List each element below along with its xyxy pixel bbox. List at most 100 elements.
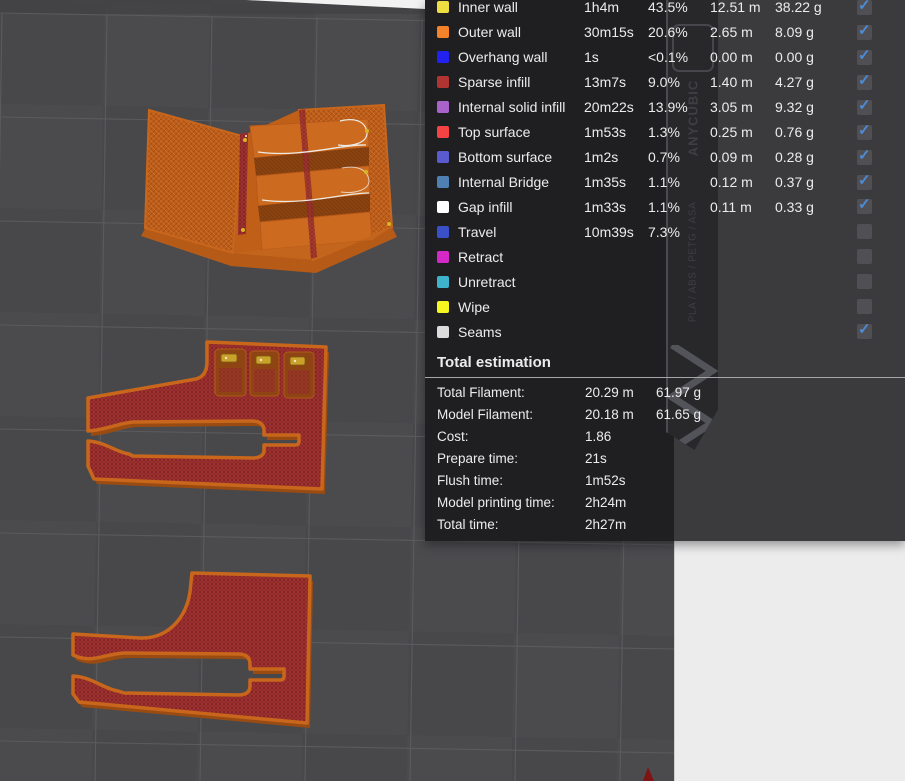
feature-length: 0.09 m [710, 149, 753, 166]
checkmark-icon: ✓ [858, 196, 871, 214]
checkmark-icon: ✓ [858, 71, 871, 89]
checkmark-icon: ✓ [858, 21, 871, 39]
total-value: 20.18 m [585, 406, 634, 422]
feature-color-swatch [437, 176, 449, 189]
feature-label: Bottom surface [458, 149, 553, 166]
feature-weight: 0.37 g [775, 174, 814, 191]
total-row: Total time: 2h27m [425, 513, 905, 535]
feature-label: Travel [458, 223, 497, 240]
legend-row: Travel 10m39s 7.3% [425, 219, 905, 244]
feature-color-swatch [437, 225, 449, 238]
legend-row: Overhang wall 1s <0.1% 0.00 m 0.00 g ✓ [425, 45, 905, 70]
feature-label: Internal solid infill [458, 99, 566, 116]
feature-color-swatch [437, 1, 449, 14]
feature-label: Top surface [458, 124, 531, 141]
legend-row: Retract [425, 244, 905, 269]
feature-length: 0.00 m [710, 49, 753, 66]
feature-visibility-checkbox[interactable]: ✓ [857, 147, 872, 165]
feature-label: Unretract [458, 273, 516, 290]
checkmark-icon: ✓ [858, 46, 871, 64]
feature-time: 1m2s [584, 149, 619, 166]
legend-row: Gap infill 1m33s 1.1% 0.11 m 0.33 g ✓ [425, 195, 905, 220]
feature-percent: 13.9% [648, 99, 688, 116]
feature-percent: <0.1% [648, 49, 689, 66]
feature-label: Wipe [458, 298, 490, 315]
feature-visibility-checkbox[interactable]: ✓ [857, 122, 872, 140]
feature-visibility-checkbox[interactable]: ✓ [857, 47, 872, 65]
feature-visibility-checkbox[interactable] [857, 249, 872, 265]
total-label: Prepare time: [437, 450, 519, 466]
feature-label: Inner wall [458, 0, 518, 16]
total-label: Model Filament: [437, 406, 534, 422]
feature-label: Outer wall [458, 24, 522, 41]
model-plate-middle[interactable] [86, 340, 329, 494]
feature-weight: 38.22 g [775, 0, 822, 16]
feature-visibility-checkbox[interactable] [857, 224, 872, 240]
checkmark-icon: ✓ [858, 321, 871, 339]
total-label: Total time: [437, 516, 499, 532]
model-plate-bottom[interactable] [71, 571, 313, 728]
total-row: Prepare time: 21s [425, 447, 905, 469]
feature-time: 30m15s [584, 24, 634, 41]
total-label: Cost: [437, 428, 469, 444]
separator-line [425, 377, 905, 378]
feature-color-swatch [437, 325, 449, 338]
feature-weight: 4.27 g [775, 74, 814, 91]
total-value: 20.29 m [585, 384, 634, 400]
feature-color-swatch [437, 101, 449, 114]
feature-weight: 0.28 g [775, 149, 814, 166]
feature-time: 1h4m [584, 0, 620, 16]
feature-percent: 43.5% [648, 0, 688, 16]
feature-visibility-checkbox[interactable] [857, 274, 872, 290]
feature-label: Internal Bridge [458, 174, 550, 191]
legend-row: Seams ✓ [425, 319, 905, 344]
feature-length: 0.25 m [710, 124, 753, 141]
legend-row: Internal solid infill 20m22s 13.9% 3.05 m 9.… [425, 95, 905, 120]
feature-visibility-checkbox[interactable] [857, 299, 872, 315]
checkmark-icon: ✓ [858, 121, 871, 139]
feature-weight: 8.09 g [775, 24, 814, 41]
total-label: Flush time: [437, 472, 504, 488]
feature-length: 12.51 m [710, 0, 761, 16]
feature-time: 10m39s [584, 223, 634, 240]
feature-weight: 9.32 g [775, 99, 814, 116]
total-row: Cost: 1.86 [425, 425, 905, 447]
total-row: Model Filament: 20.18 m 61.65 g [425, 403, 905, 425]
checkmark-icon: ✓ [858, 171, 871, 189]
feature-length: 0.12 m [710, 174, 753, 191]
feature-percent: 1.1% [648, 198, 680, 215]
feature-color-swatch [437, 250, 449, 263]
feature-visibility-checkbox[interactable]: ✓ [857, 196, 872, 215]
total-label: Total Filament: [437, 384, 525, 400]
feature-visibility-checkbox[interactable]: ✓ [857, 72, 872, 90]
feature-color-swatch [437, 126, 449, 139]
total-value: 2h24m [585, 494, 627, 510]
feature-visibility-checkbox[interactable]: ✓ [857, 172, 872, 190]
feature-color-swatch [437, 300, 449, 313]
feature-visibility-checkbox[interactable]: ✓ [857, 321, 872, 340]
feature-color-swatch [437, 76, 449, 89]
total-value2: 61.97 g [656, 384, 702, 400]
feature-color-swatch [437, 26, 449, 39]
feature-length: 2.65 m [710, 24, 753, 41]
legend-row: Unretract [425, 269, 905, 294]
total-value2: 61.65 g [656, 406, 702, 422]
feature-percent: 7.3% [648, 223, 680, 240]
feature-time: 1m35s [584, 174, 627, 191]
legend-row: Top surface 1m53s 1.3% 0.25 m 0.76 g ✓ [425, 120, 905, 145]
feature-label: Sparse infill [458, 74, 531, 91]
feature-time: 20m22s [584, 99, 634, 116]
model-bracket-top[interactable] [141, 103, 397, 273]
feature-percent: 9.0% [648, 74, 680, 91]
feature-visibility-checkbox[interactable]: ✓ [857, 22, 872, 40]
feature-visibility-checkbox[interactable]: ✓ [857, 97, 872, 115]
total-row: Total Filament: 20.29 m 61.97 g [425, 381, 905, 403]
feature-time: 1s [584, 49, 599, 66]
feature-percent: 1.3% [648, 124, 680, 141]
legend-row: Internal Bridge 1m35s 1.1% 0.12 m 0.37 g ✓ [425, 170, 905, 195]
checkmark-icon: ✓ [858, 96, 871, 114]
feature-length: 3.05 m [710, 99, 753, 116]
feature-visibility-checkbox[interactable]: ✓ [857, 0, 872, 15]
total-value: 21s [585, 450, 607, 466]
feature-color-swatch [437, 151, 449, 164]
